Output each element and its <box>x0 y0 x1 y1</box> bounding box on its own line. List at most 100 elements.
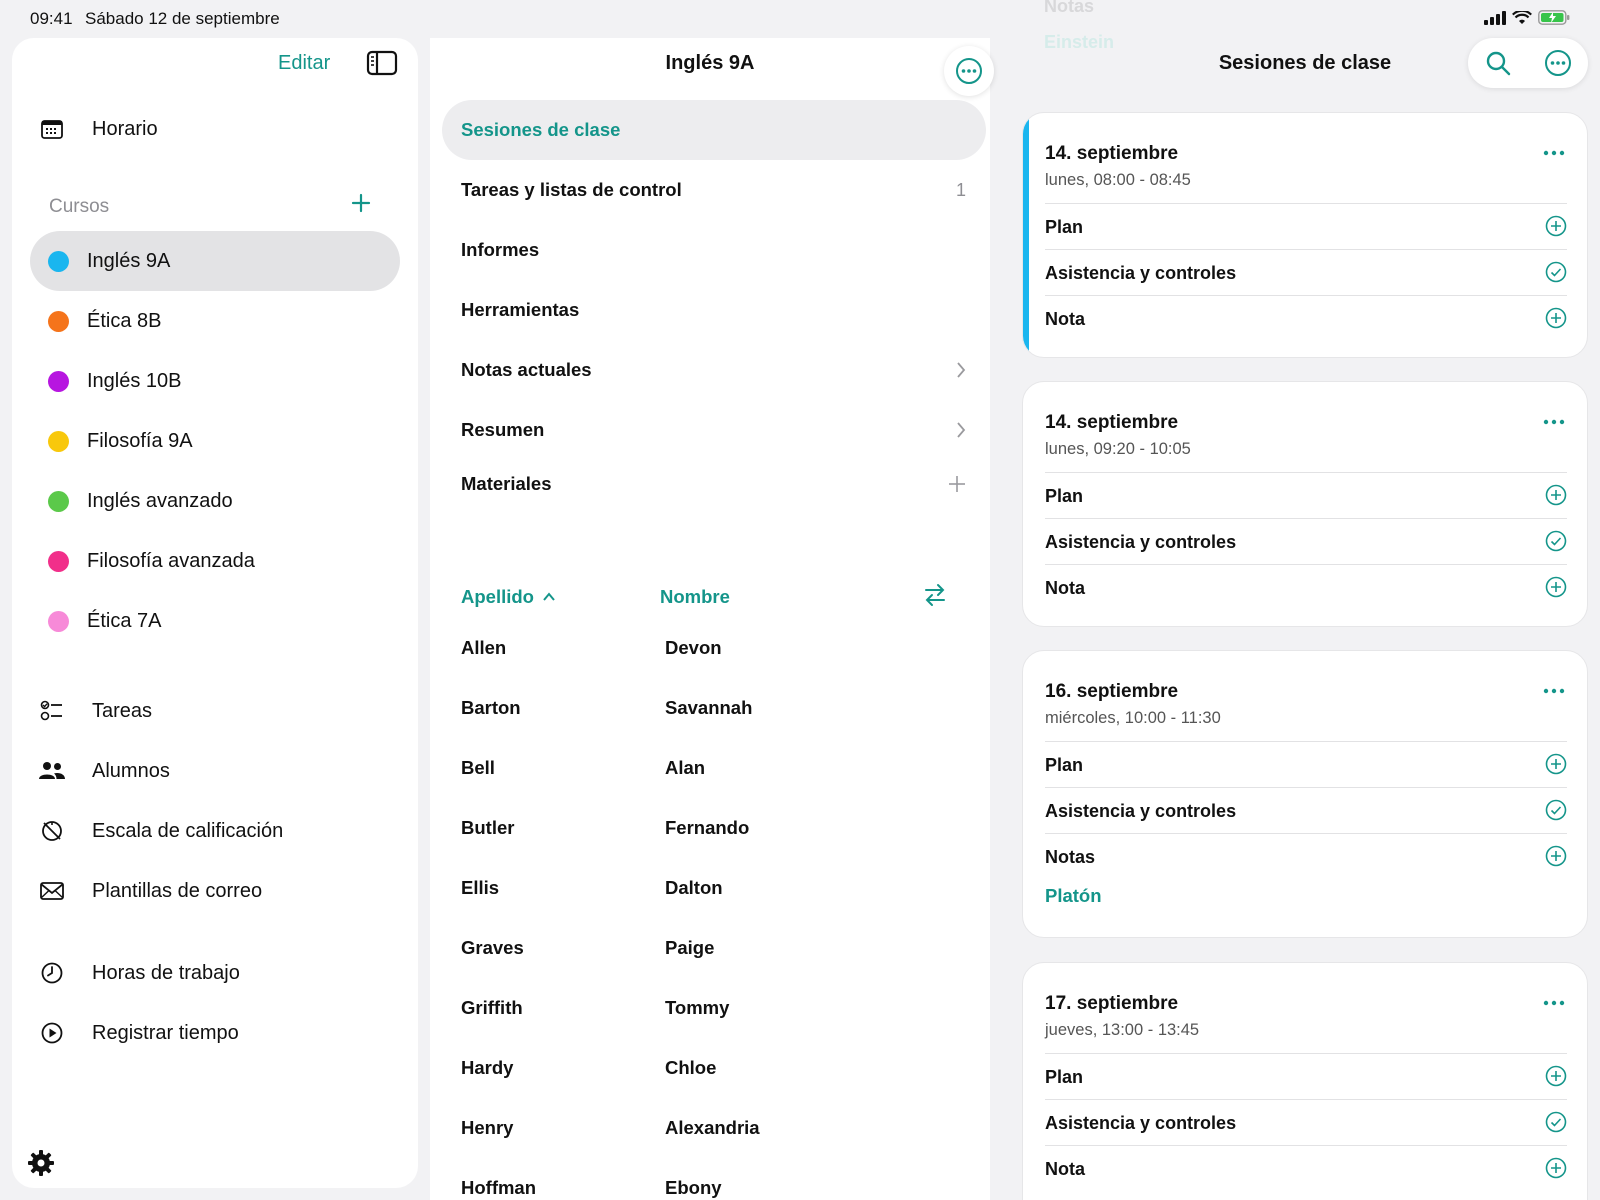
menu-sesiones[interactable]: Sesiones de clase <box>442 100 986 160</box>
last-name: Ellis <box>461 877 500 898</box>
chevron-up-icon <box>543 592 555 601</box>
menu-tareas[interactable]: Tareas y listas de control 1 <box>442 160 986 220</box>
note-link[interactable]: Platón <box>1045 885 1102 907</box>
session-row-nota[interactable]: Nota <box>1045 295 1567 341</box>
session-row-asistencia[interactable]: Asistencia y controles <box>1045 249 1567 295</box>
settings-gear-icon[interactable] <box>26 1148 56 1183</box>
session-more-icon[interactable] <box>1543 412 1565 430</box>
sidebar-item-alumnos[interactable]: Alumnos <box>12 742 418 800</box>
menu-notas-actuales[interactable]: Notas actuales <box>442 340 986 400</box>
row-label: Asistencia y controles <box>1045 801 1237 821</box>
edit-button[interactable]: Editar <box>278 52 330 75</box>
student-row[interactable]: Henry Alexandria <box>461 1098 981 1158</box>
row-label: Asistencia y controles <box>1045 263 1237 283</box>
session-card[interactable]: 14. septiembre lunes, 09:20 - 10:05 Plan… <box>1022 381 1588 627</box>
first-name: Fernando <box>665 817 750 838</box>
sidebar-item-plantillas[interactable]: Plantillas de correo <box>12 862 418 920</box>
session-card[interactable]: 14. septiembre lunes, 08:00 - 08:45 Plan… <box>1022 112 1588 358</box>
sidebar-course-etica-8b[interactable]: Ética 8B <box>30 291 400 351</box>
session-row-asistencia[interactable]: Asistencia y controles <box>1045 518 1567 564</box>
plus-circle-icon <box>1545 1065 1567 1087</box>
session-row-plan[interactable]: Plan <box>1045 203 1567 249</box>
course-label: Filosofía 9A <box>87 429 193 452</box>
student-row[interactable]: Hoffman Ebony <box>461 1158 981 1200</box>
sort-by-first-name[interactable]: Nombre <box>660 586 730 608</box>
first-name: Alan <box>665 757 706 778</box>
session-card[interactable]: 17. septiembre jueves, 13:00 - 13:45 Pla… <box>1022 962 1588 1200</box>
last-name: Henry <box>461 1117 514 1138</box>
student-row[interactable]: Hardy Chloe <box>461 1038 981 1098</box>
sidebar-item-horario[interactable]: Horario <box>12 100 418 158</box>
plus-icon <box>351 193 371 213</box>
menu-label: Tareas y listas de control <box>461 179 682 200</box>
session-row-plan[interactable]: Plan <box>1045 741 1567 787</box>
sidebar-item-escala[interactable]: Escala de calificación <box>12 802 418 860</box>
sessions-pane: Notas Einstein Sesiones de clase 14. sep… <box>1010 0 1600 1200</box>
sort-by-last-name[interactable]: Apellido <box>461 586 556 608</box>
course-color-dot <box>48 370 69 392</box>
session-row-asistencia[interactable]: Asistencia y controles <box>1045 1099 1567 1145</box>
sidebar-item-label: Plantillas de correo <box>92 879 263 902</box>
sidebar-course-filosofia-9a[interactable]: Filosofía 9A <box>30 411 400 471</box>
first-name: Dalton <box>665 877 723 898</box>
sidebar-course-ingles-10b[interactable]: Inglés 10B <box>30 351 400 411</box>
sidebar-item-tareas[interactable]: Tareas <box>12 682 418 740</box>
session-row-asistencia[interactable]: Asistencia y controles <box>1045 787 1567 833</box>
first-name: Tommy <box>665 997 730 1018</box>
sidebar-item-registrar[interactable]: Registrar tiempo <box>12 1004 418 1062</box>
checklist-icon <box>40 700 62 721</box>
last-name: Hardy <box>461 1057 514 1078</box>
session-date: 14. septiembre <box>1045 143 1179 164</box>
sidebar-item-horas[interactable]: Horas de trabajo <box>12 944 418 1002</box>
student-row[interactable]: Barton Savannah <box>461 678 981 738</box>
sidebar-course-ingles-9a[interactable]: Inglés 9A <box>30 231 400 291</box>
session-row-plan[interactable]: Plan <box>1045 472 1567 518</box>
session-row-nota[interactable]: Nota <box>1045 1145 1567 1191</box>
row-label: Plan <box>1045 217 1084 237</box>
first-name: Devon <box>665 637 722 658</box>
check-circle-icon <box>1545 261 1567 283</box>
session-more-icon[interactable] <box>1543 143 1565 161</box>
session-more-icon[interactable] <box>1543 993 1565 1011</box>
sort-label: Apellido <box>461 586 534 607</box>
sidebar-toggle-icon[interactable] <box>366 50 398 81</box>
session-more-icon[interactable] <box>1543 681 1565 699</box>
student-row[interactable]: Allen Devon <box>461 618 981 678</box>
sidebar-item-label: Horario <box>92 117 158 140</box>
course-detail-pane: Inglés 9A Sesiones de clase Tareas y lis… <box>430 38 994 1200</box>
session-row-plan[interactable]: Plan <box>1045 1053 1567 1099</box>
add-course-button[interactable] <box>350 192 372 219</box>
student-row[interactable]: Ellis Dalton <box>461 858 981 918</box>
student-row[interactable]: Bell Alan <box>461 738 981 798</box>
sidebar-item-label: Escala de calificación <box>92 819 284 842</box>
session-time: lunes, 09:20 - 10:05 <box>1045 440 1191 458</box>
menu-materiales[interactable]: Materiales <box>442 454 986 514</box>
plus-icon[interactable] <box>948 475 966 493</box>
sidebar-item-label: Horas de trabajo <box>92 961 240 984</box>
swap-name-order-icon[interactable] <box>923 582 947 613</box>
menu-label: Herramientas <box>461 299 580 320</box>
session-row-notas[interactable]: Notas <box>1045 833 1567 879</box>
session-row-nota[interactable]: Nota <box>1045 564 1567 610</box>
menu-informes[interactable]: Informes <box>442 220 986 280</box>
menu-herramientas[interactable]: Herramientas <box>442 280 986 340</box>
menu-count: 1 <box>955 179 966 200</box>
menu-resumen[interactable]: Resumen <box>442 400 986 460</box>
sidebar-course-etica-7a[interactable]: Ética 7A <box>30 591 400 651</box>
student-row[interactable]: Griffith Tommy <box>461 978 981 1038</box>
plus-circle-icon <box>1545 753 1567 775</box>
sidebar-course-filosofia-avanzada[interactable]: Filosofía avanzada <box>30 531 400 591</box>
sidebar-item-label: Alumnos <box>92 759 170 782</box>
sidebar-course-ingles-avanzado[interactable]: Inglés avanzado <box>30 471 400 531</box>
search-icon[interactable] <box>1485 50 1511 76</box>
row-label: Nota <box>1045 309 1085 329</box>
sidebar: Editar Horario Cursos Inglés 9A Ética 8B… <box>12 38 418 1188</box>
student-row[interactable]: Butler Fernando <box>461 798 981 858</box>
row-label: Notas <box>1045 847 1096 867</box>
wifi-icon <box>1512 10 1532 24</box>
student-row[interactable]: Graves Paige <box>461 918 981 978</box>
session-card[interactable]: 16. septiembre miércoles, 10:00 - 11:30 … <box>1022 650 1588 938</box>
more-options-button[interactable] <box>944 46 994 96</box>
last-name: Allen <box>461 637 507 658</box>
ellipsis-circle-icon[interactable] <box>1544 49 1572 77</box>
